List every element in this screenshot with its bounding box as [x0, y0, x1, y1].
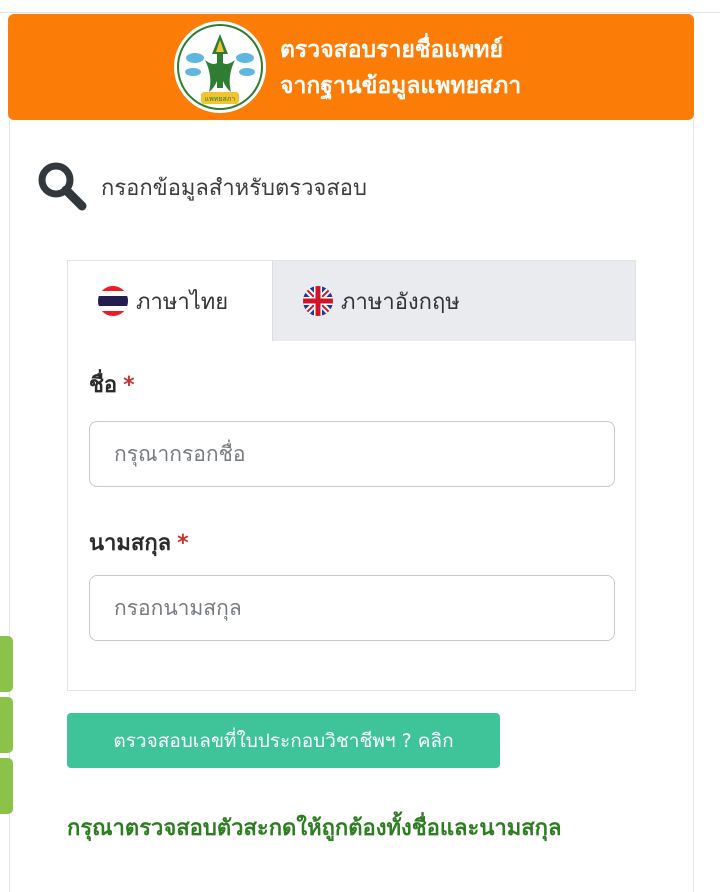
side-tab-3[interactable]: [0, 758, 13, 814]
search-title: กรอกข้อมูลสำหรับตรวจสอบ: [101, 176, 367, 201]
required-mark: *: [123, 373, 135, 398]
search-heading: [36, 160, 88, 212]
page: แพทยสภา ตรวจสอบรายชื่อแพทย์ จากฐานข้อมูล…: [0, 0, 720, 892]
last-name-input[interactable]: [89, 575, 615, 641]
side-tab-2[interactable]: [0, 697, 13, 753]
language-tabs: ภาษาไทย ภาษาอังกฤษ: [68, 261, 635, 341]
uk-flag-icon: [303, 286, 333, 316]
tab-english[interactable]: ภาษาอังกฤษ: [273, 261, 635, 341]
header-title-line1: ตรวจสอบรายชื่อแพทย์: [280, 37, 503, 63]
first-name-label: ชื่อ *: [89, 367, 135, 402]
medical-council-seal-icon: แพทยสภา: [174, 21, 266, 113]
header-banner: แพทยสภา ตรวจสอบรายชื่อแพทย์ จากฐานข้อมูล…: [8, 14, 694, 120]
search-form: ภาษาไทย ภาษาอังกฤษ ชื่อ * กรุณากรอกชื่อ …: [67, 260, 636, 691]
required-mark: *: [177, 531, 189, 556]
top-divider: [0, 12, 720, 13]
tab-thai[interactable]: ภาษาไทย: [68, 261, 273, 341]
first-name-label-text: ชื่อ: [89, 373, 118, 398]
last-name-label-text: นามสกุล: [89, 531, 172, 556]
thai-flag-icon: [98, 286, 128, 316]
svg-text:แพทยสภา: แพทยสภา: [205, 95, 236, 103]
search-icon: [38, 162, 87, 211]
first-name-input[interactable]: [89, 421, 615, 487]
header-title: ตรวจสอบรายชื่อแพทย์ จากฐานข้อมูลแพทยสภา: [280, 32, 521, 104]
last-name-label: นามสกุล *: [89, 525, 189, 560]
tab-thai-label: ภาษาไทย: [136, 289, 229, 315]
spelling-notice: กรุณาตรวจสอบตัวสะกดให้ถูกต้องทั้งชื่อและ…: [67, 816, 562, 841]
side-tab-1[interactable]: [0, 636, 13, 692]
header-title-line2: จากฐานข้อมูลแพทยสภา: [280, 73, 522, 99]
tab-english-label: ภาษาอังกฤษ: [341, 289, 460, 315]
verify-license-button[interactable]: ตรวจสอบเลขที่ใบประกอบวิชาชีพฯ ? คลิก: [67, 713, 500, 768]
